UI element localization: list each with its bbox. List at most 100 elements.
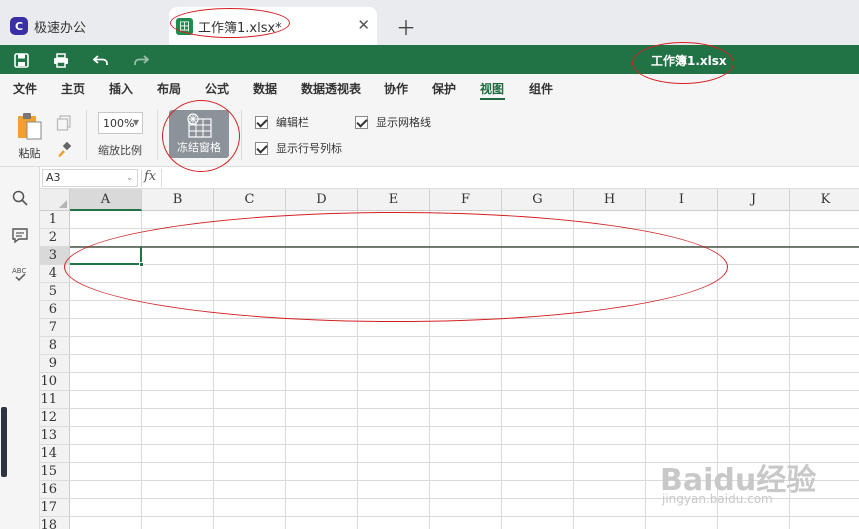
gridline-horizontal bbox=[70, 426, 859, 427]
row-header-4[interactable]: 4 bbox=[40, 265, 70, 283]
row-header-3[interactable]: 3 bbox=[40, 247, 70, 265]
spreadsheet-icon: 田 bbox=[176, 17, 193, 35]
select-all-corner[interactable] bbox=[40, 189, 70, 211]
save-icon[interactable] bbox=[11, 50, 31, 70]
row-header-18[interactable]: 18 bbox=[40, 517, 70, 529]
undo-icon[interactable] bbox=[91, 50, 111, 70]
row-header-15[interactable]: 15 bbox=[40, 463, 70, 481]
active-menu-indicator bbox=[480, 98, 505, 100]
freeze-pane-divider bbox=[70, 246, 859, 248]
gridline-vertical bbox=[429, 211, 430, 529]
row-header-14[interactable]: 14 bbox=[40, 445, 70, 463]
menu-view[interactable]: 视图 bbox=[480, 80, 504, 97]
column-header-i[interactable]: I bbox=[646, 189, 718, 211]
column-header-f[interactable]: F bbox=[430, 189, 502, 211]
row-header-12[interactable]: 12 bbox=[40, 409, 70, 427]
column-header-g[interactable]: G bbox=[502, 189, 574, 211]
row-header-8[interactable]: 8 bbox=[40, 337, 70, 355]
row-header-1[interactable]: 1 bbox=[40, 211, 70, 229]
comment-icon[interactable] bbox=[11, 227, 29, 245]
paste-label: 粘贴 bbox=[18, 147, 41, 160]
row-header-9[interactable]: 9 bbox=[40, 355, 70, 373]
new-tab-icon[interactable]: ＋ bbox=[396, 12, 416, 41]
menu-protect[interactable]: 保护 bbox=[432, 80, 456, 97]
panel-resize-handle[interactable] bbox=[1, 407, 7, 477]
gridline-horizontal bbox=[70, 318, 859, 319]
search-icon[interactable] bbox=[11, 189, 29, 207]
checkbox-formula-bar[interactable]: 编辑栏 bbox=[255, 114, 309, 130]
app-window: C 极速办公 田 工作簿1.xlsx* ✕ ＋ 工作簿1.xlsx 文件 主页 … bbox=[0, 0, 859, 529]
name-box-value: A3 bbox=[46, 171, 61, 184]
menu-data[interactable]: 数据 bbox=[253, 80, 277, 97]
row-header-13[interactable]: 13 bbox=[40, 427, 70, 445]
copy-icon[interactable] bbox=[56, 115, 72, 131]
row-header-6[interactable]: 6 bbox=[40, 301, 70, 319]
menu-file[interactable]: 文件 bbox=[13, 80, 37, 97]
gridline-horizontal bbox=[70, 264, 859, 265]
column-header-d[interactable]: D bbox=[286, 189, 358, 211]
formula-separator bbox=[141, 169, 142, 187]
gridline-horizontal bbox=[70, 300, 859, 301]
row-header-2[interactable]: 2 bbox=[40, 229, 70, 247]
menu-pivot-table[interactable]: 数据透视表 bbox=[301, 80, 361, 97]
paste-button[interactable]: 粘贴 bbox=[12, 112, 47, 162]
format-painter-icon[interactable] bbox=[56, 142, 72, 158]
column-header-j[interactable]: J bbox=[718, 189, 790, 211]
ribbon-separator bbox=[241, 110, 242, 160]
column-header-c[interactable]: C bbox=[214, 189, 286, 211]
gridline-horizontal bbox=[70, 444, 859, 445]
row-header-7[interactable]: 7 bbox=[40, 319, 70, 337]
zoom-select[interactable]: 100% ▼ bbox=[98, 112, 143, 134]
menu-plugins[interactable]: 组件 bbox=[529, 80, 553, 97]
column-header-e[interactable]: E bbox=[358, 189, 430, 211]
menu-formula[interactable]: 公式 bbox=[205, 80, 229, 97]
row-header-5[interactable]: 5 bbox=[40, 283, 70, 301]
checkbox-icon bbox=[355, 115, 368, 129]
tab-home[interactable]: C 极速办公 bbox=[10, 7, 160, 45]
menu-insert[interactable]: 插入 bbox=[109, 80, 133, 97]
left-sidebar: ABC bbox=[0, 167, 40, 529]
checkbox-headings-label: 显示行号列标 bbox=[276, 142, 342, 155]
print-icon[interactable] bbox=[51, 50, 71, 70]
checkbox-headings[interactable]: 显示行号列标 bbox=[255, 140, 342, 156]
gridline-horizontal bbox=[70, 390, 859, 391]
freeze-panes-button[interactable]: 冻结窗格 bbox=[169, 110, 229, 158]
zoom-label: 缩放比例 bbox=[98, 144, 142, 157]
freeze-panes-label: 冻结窗格 bbox=[177, 141, 221, 154]
spellcheck-icon[interactable]: ABC bbox=[11, 265, 29, 283]
gridline-vertical bbox=[213, 211, 214, 529]
column-header-a[interactable]: A bbox=[70, 189, 142, 211]
column-header-b[interactable]: B bbox=[142, 189, 214, 211]
row-header-16[interactable]: 16 bbox=[40, 481, 70, 499]
active-cell-a3[interactable] bbox=[70, 247, 142, 265]
menu-collaborate[interactable]: 协作 bbox=[384, 80, 408, 97]
gridline-horizontal bbox=[70, 282, 859, 283]
checkbox-gridlines-label: 显示网格线 bbox=[376, 116, 431, 129]
gridline-horizontal bbox=[70, 336, 859, 337]
chevron-down-icon: ⌄ bbox=[126, 173, 133, 182]
checkbox-formula-bar-label: 编辑栏 bbox=[276, 116, 309, 129]
row-header-10[interactable]: 10 bbox=[40, 373, 70, 391]
menu-home[interactable]: 主页 bbox=[61, 80, 85, 97]
gridline-horizontal bbox=[70, 408, 859, 409]
column-header-h[interactable]: H bbox=[574, 189, 646, 211]
gridline-horizontal bbox=[70, 354, 859, 355]
name-box[interactable]: A3 ⌄ bbox=[42, 169, 138, 187]
gridline-vertical bbox=[501, 211, 502, 529]
insert-function-icon[interactable]: fx bbox=[144, 169, 156, 184]
tab-workbook[interactable]: 田 工作簿1.xlsx* ✕ bbox=[169, 7, 377, 45]
ribbon-separator bbox=[157, 110, 158, 160]
gridline-horizontal bbox=[70, 228, 859, 229]
redo-icon[interactable] bbox=[131, 50, 151, 70]
column-header-k[interactable]: K bbox=[790, 189, 859, 211]
row-header-17[interactable]: 17 bbox=[40, 499, 70, 517]
gridline-vertical bbox=[645, 211, 646, 529]
row-header-11[interactable]: 11 bbox=[40, 391, 70, 409]
fill-handle[interactable] bbox=[139, 262, 144, 267]
checkbox-gridlines[interactable]: 显示网格线 bbox=[355, 114, 431, 130]
quick-access-bar: 工作簿1.xlsx bbox=[0, 45, 859, 74]
formula-bar: A3 ⌄ fx bbox=[40, 167, 859, 189]
menu-layout[interactable]: 布局 bbox=[157, 80, 181, 97]
formula-separator bbox=[161, 169, 162, 187]
close-tab-icon[interactable]: ✕ bbox=[357, 16, 370, 34]
